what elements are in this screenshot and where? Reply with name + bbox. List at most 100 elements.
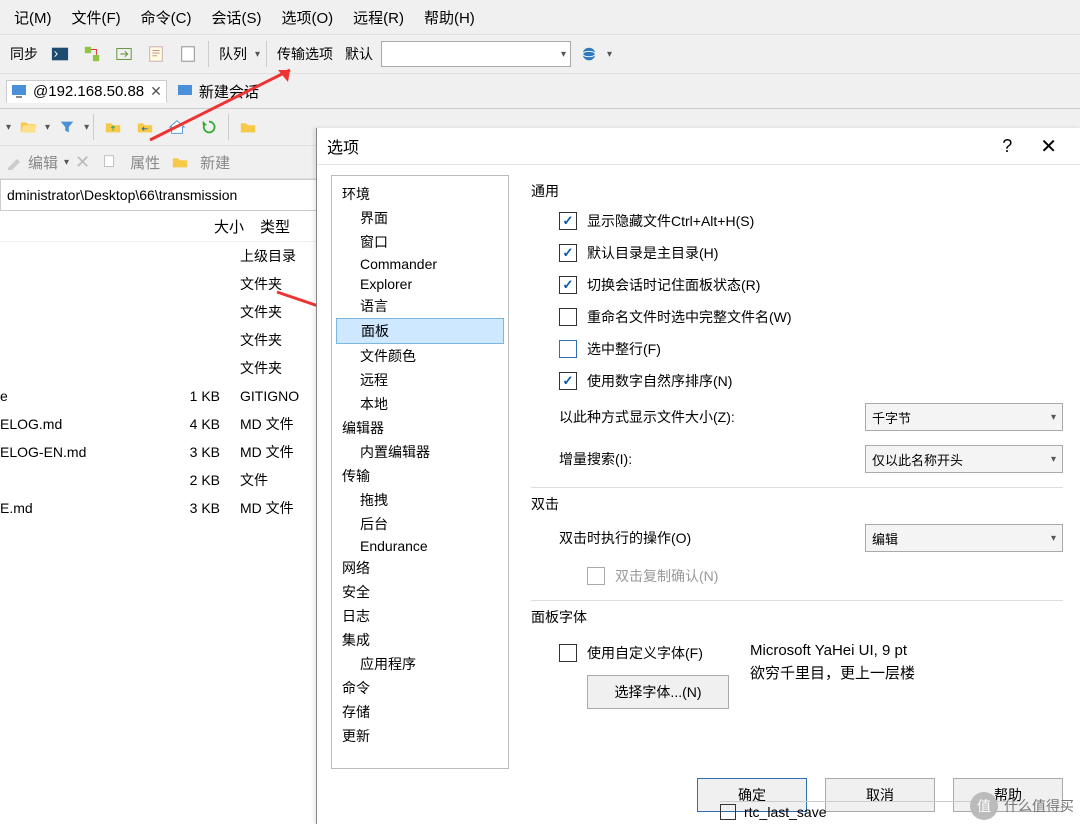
tree-item[interactable]: 网络 [332,556,508,580]
options-panel: 通用 显示隐藏文件Ctrl+Alt+H(S) 默认目录是主目录(H) 切换会话时… [509,165,1080,779]
tree-item[interactable]: Endurance [332,536,508,556]
tree-item[interactable]: 语言 [332,294,508,318]
tree-item[interactable]: 面板 [336,318,504,344]
size-format-label: 以此种方式显示文件大小(Z): [559,407,865,427]
group-dblclick: 双击 [531,494,1063,514]
tree-item[interactable]: 命令 [332,676,508,700]
tree-item[interactable]: 编辑器 [332,416,508,440]
tree-item[interactable]: 应用程序 [332,652,508,676]
dialog-titlebar: 选项 ? ✕ [317,128,1080,165]
parent-folder-icon[interactable] [98,112,128,142]
new-session-label: 新建会话 [199,81,259,102]
cb-natural-sort[interactable] [559,372,577,390]
log-icon[interactable] [174,40,202,68]
menu-mark[interactable]: 记(M) [6,5,60,30]
open-folder-icon[interactable] [13,112,43,142]
filter-icon[interactable] [52,112,82,142]
cb-show-hidden[interactable] [559,212,577,230]
queue-dropdown-icon[interactable]: ▾ [255,49,260,60]
cb-dbl-confirm-label: 双击复制确认(N) [615,566,718,586]
menu-session[interactable]: 会话(S) [203,5,269,30]
inc-search-label: 增量搜索(I): [559,449,865,469]
menu-remote[interactable]: 远程(R) [345,5,412,30]
cb-custom-font[interactable] [559,644,577,662]
drive-dropdown-icon[interactable]: ▾ [6,122,11,133]
tree-item[interactable]: 后台 [332,512,508,536]
cb-natural-sort-label: 使用数字自然序排序(N) [587,371,732,391]
session-tabs: @192.168.50.88 ✕ 新建会话 [0,74,1080,109]
close-icon[interactable]: ✕ [1026,134,1071,159]
cb-rtc[interactable] [720,804,736,820]
tree-item[interactable]: 传输 [332,464,508,488]
menu-options[interactable]: 选项(O) [273,5,341,30]
transfer-settings-dropdown-icon[interactable]: ▾ [607,49,612,60]
tree-item[interactable]: 内置编辑器 [332,440,508,464]
tree-item[interactable]: 远程 [332,368,508,392]
tree-item[interactable]: 更新 [332,724,508,748]
tree-item[interactable]: 存储 [332,700,508,724]
tree-item[interactable]: 文件颜色 [332,344,508,368]
tree-item[interactable]: 窗口 [332,230,508,254]
group-general: 通用 [531,181,1063,201]
tree-item[interactable]: 本地 [332,392,508,416]
delete-x-icon[interactable]: ✕ [75,152,90,173]
copy-icon[interactable] [96,148,124,176]
main-toolbar: 同步 队列 ▾ 传输选项 默认 ▾ ▾ [0,35,1080,74]
sync-browse-icon[interactable] [78,40,106,68]
open-dropdown-icon[interactable]: ▾ [45,122,50,133]
tree-item[interactable]: 环境 [332,182,508,206]
group-font: 面板字体 [531,607,1063,627]
home-icon[interactable] [162,112,192,142]
sync-label[interactable]: 同步 [6,44,42,64]
tree-item[interactable]: 安全 [332,580,508,604]
cb-show-hidden-label: 显示隐藏文件Ctrl+Alt+H(S) [587,211,754,231]
edit-dropdown-icon[interactable]: ▾ [64,157,69,168]
cb-full-row[interactable] [559,340,577,358]
cb-custom-font-label: 使用自定义字体(F) [587,643,703,663]
transfer-preset-combo[interactable]: ▾ [381,41,571,67]
menubar: 记(M) 文件(F) 命令(C) 会话(S) 选项(O) 远程(R) 帮助(H) [0,0,1080,35]
new-session-tab[interactable]: 新建会话 [173,79,263,104]
transfer-settings-icon[interactable] [575,40,603,68]
tree-item[interactable]: Commander [332,254,508,274]
help-icon[interactable]: ? [988,136,1026,157]
cb-default-home[interactable] [559,244,577,262]
watermark-badge: 值 [970,792,998,820]
tree-item[interactable]: Explorer [332,274,508,294]
cb-remember-state[interactable] [559,276,577,294]
script-icon[interactable] [142,40,170,68]
menu-file[interactable]: 文件(F) [64,5,129,30]
queue-label[interactable]: 队列 [215,44,251,64]
monitor-icon [11,83,27,99]
choose-font-button[interactable]: 选择字体...(N) [587,675,729,709]
options-dialog: 选项 ? ✕ 环境界面窗口CommanderExplorer语言面板文件颜色远程… [316,128,1080,824]
dbl-action-select[interactable]: 编辑▾ [865,524,1063,552]
menu-command[interactable]: 命令(C) [133,5,200,30]
watermark: 值 什么值得买 [970,792,1074,820]
refresh-icon[interactable] [194,112,224,142]
filter-dropdown-icon[interactable]: ▾ [84,122,89,133]
size-format-select[interactable]: 千字节▾ [865,403,1063,431]
tree-item[interactable]: 集成 [332,628,508,652]
options-tree[interactable]: 环境界面窗口CommanderExplorer语言面板文件颜色远程本地编辑器内置… [331,175,509,769]
menu-help[interactable]: 帮助(H) [416,5,483,30]
edit-label[interactable]: 编辑 [28,152,58,173]
find-folder-icon[interactable] [233,112,263,142]
transfer-icon[interactable] [110,40,138,68]
back-folder-icon[interactable] [130,112,160,142]
font-sample: Microsoft YaHei UI, 9 pt 欲穷千里目，更上一层楼 [749,637,916,688]
tree-item[interactable]: 拖拽 [332,488,508,512]
new-folder-yellow-icon[interactable] [166,148,194,176]
session-tab-1[interactable]: @192.168.50.88 ✕ [6,80,167,103]
terminal-icon[interactable] [46,40,74,68]
close-icon[interactable]: ✕ [150,83,162,100]
props-label[interactable]: 属性 [130,152,160,173]
col-size[interactable]: 大小 [116,216,252,237]
inc-search-select[interactable]: 仅以此名称开头▾ [865,445,1063,473]
tree-item[interactable]: 日志 [332,604,508,628]
tree-item[interactable]: 界面 [332,206,508,230]
rtc-label: rtc_last_save [744,804,826,820]
session-tab-1-label: @192.168.50.88 [33,83,144,100]
new-label[interactable]: 新建 [200,152,230,173]
cb-rename-full[interactable] [559,308,577,326]
